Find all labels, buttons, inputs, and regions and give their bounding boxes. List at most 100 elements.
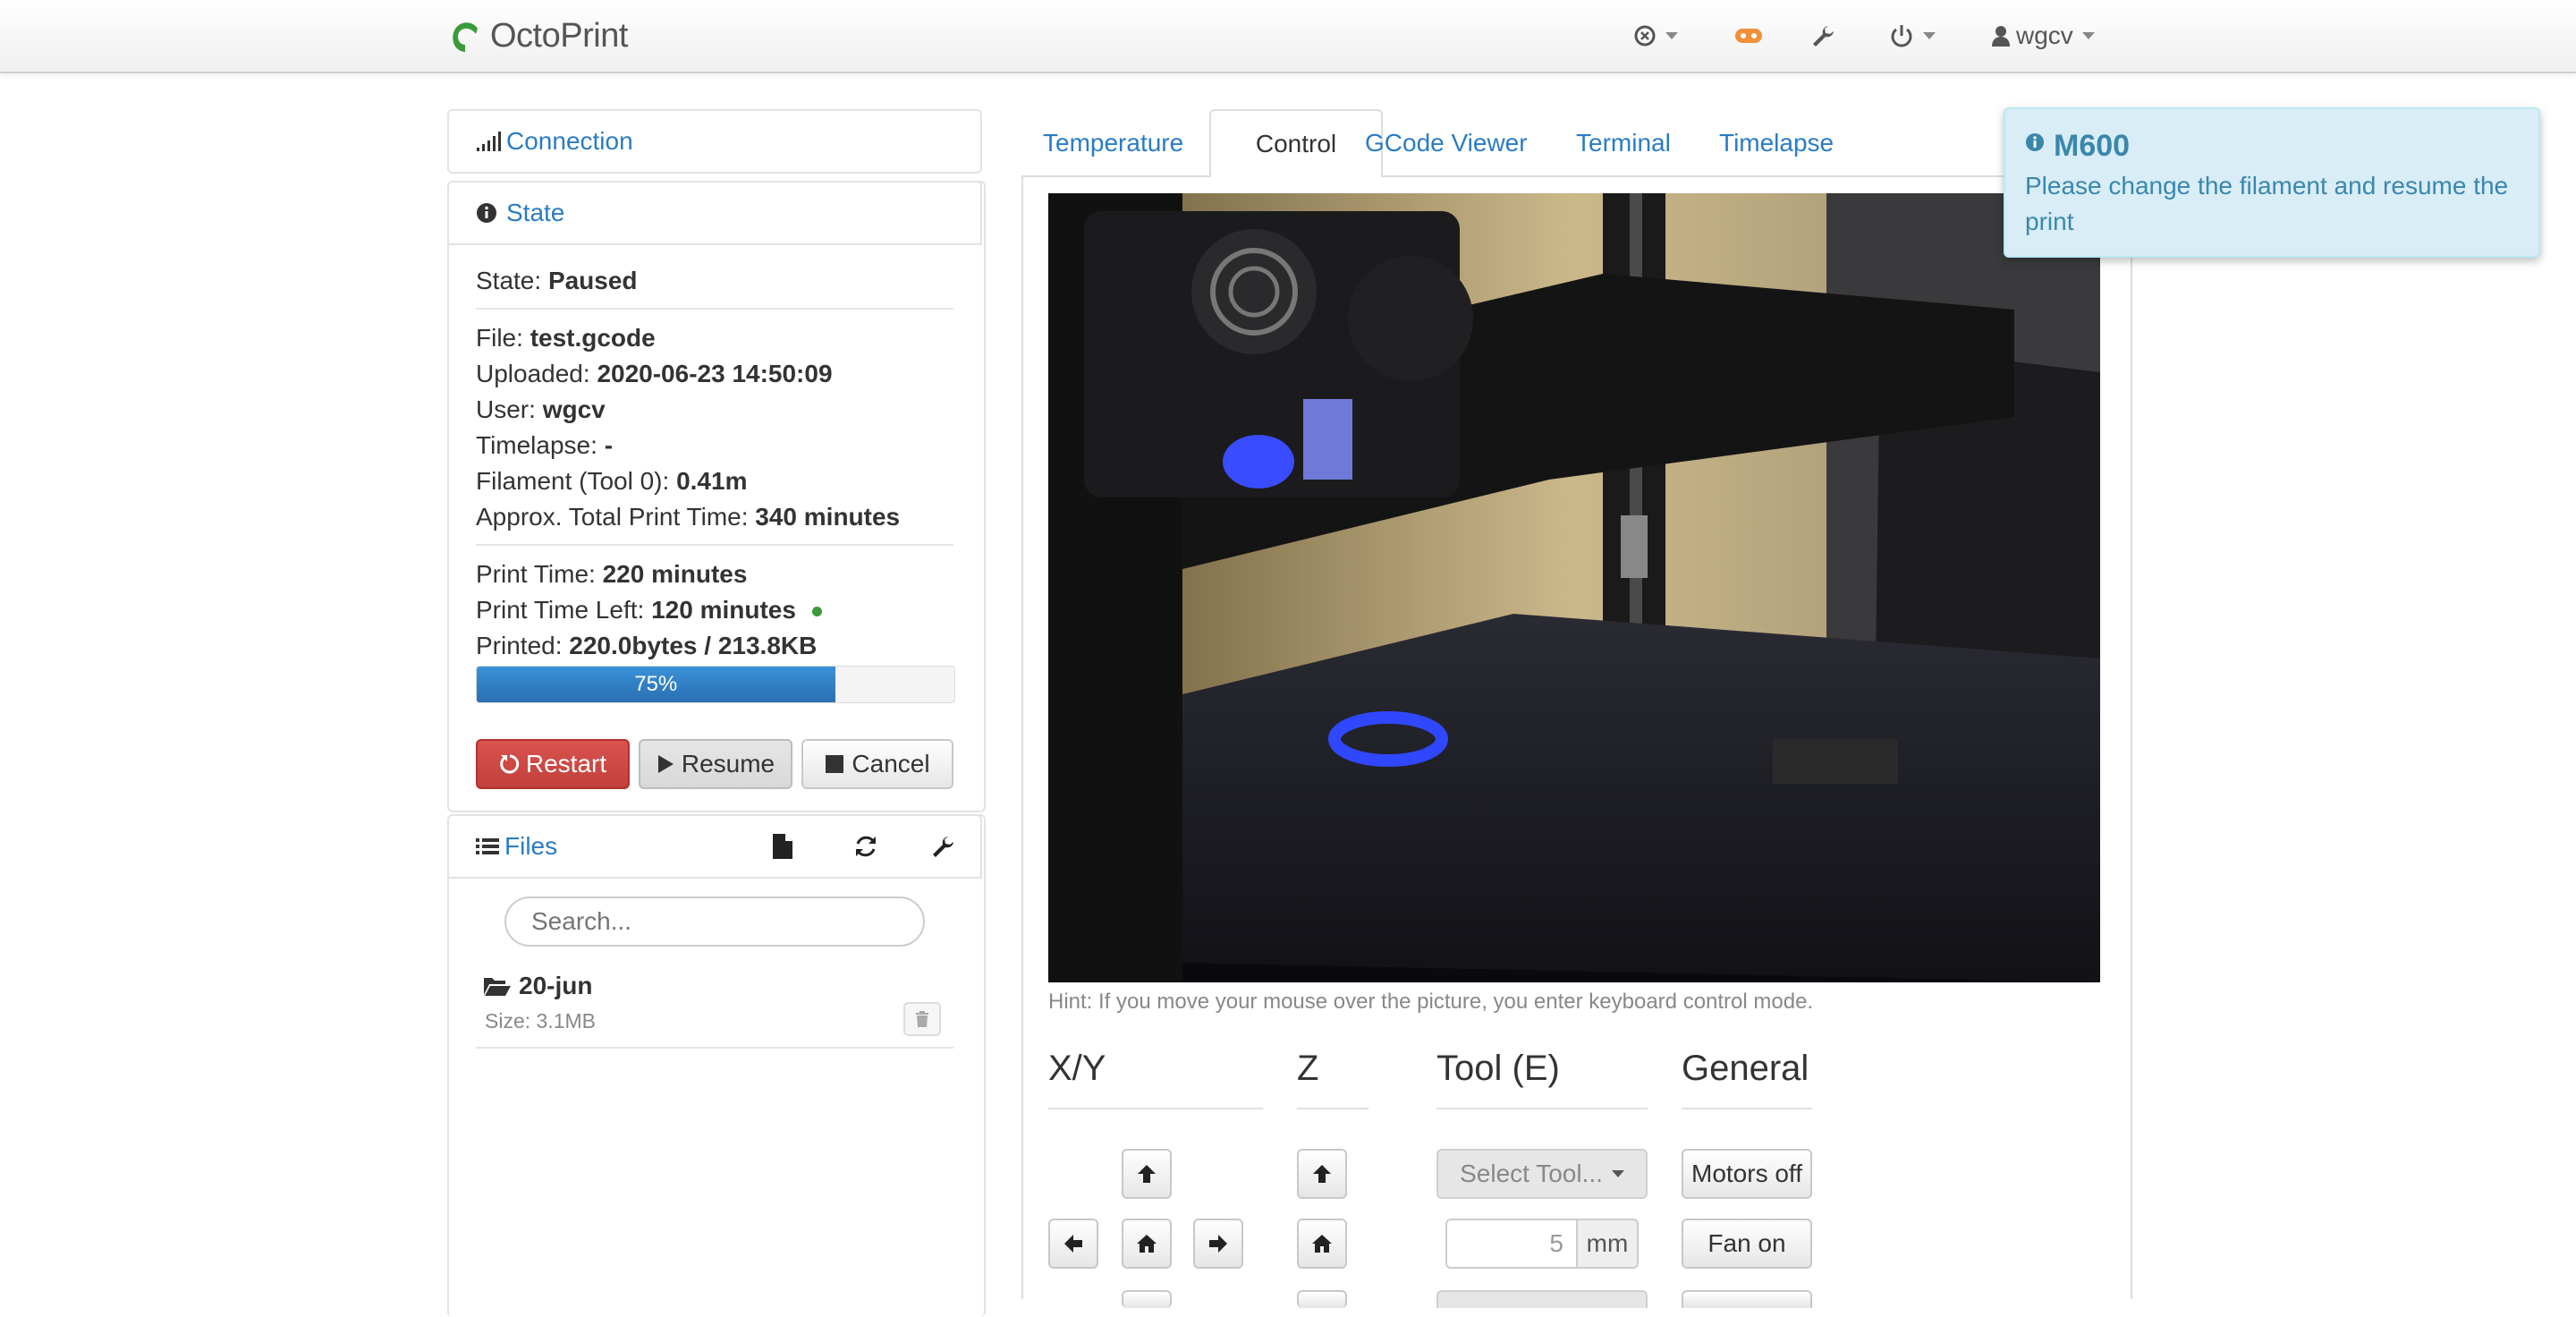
- delete-button[interactable]: [903, 1002, 941, 1036]
- jog-x-plus-button[interactable]: [1193, 1219, 1243, 1269]
- print-progress-bar: 75%: [476, 666, 955, 703]
- refresh-button[interactable]: [853, 834, 878, 863]
- print-time-row: Print Time: 220 minutes: [476, 560, 748, 588]
- connection-panel-header[interactable]: Connection: [447, 109, 982, 174]
- divider: [1436, 1108, 1648, 1109]
- notification-message: Please change the filament and resume th…: [2025, 172, 2509, 235]
- play-icon: [657, 755, 674, 773]
- uploaded-row: Uploaded: 2020-06-23 14:50:09: [476, 360, 833, 387]
- divider: [476, 1047, 953, 1049]
- connection-title: Connection: [506, 127, 633, 155]
- webcam-hint: Hint: If you move your mouse over the pi…: [1048, 990, 1814, 1014]
- list-icon: [476, 838, 499, 854]
- restart-icon: [500, 754, 520, 774]
- cancel-button[interactable]: Cancel: [801, 739, 953, 789]
- timelapse-row: Timelapse: -: [476, 431, 614, 459]
- select-tool-dropdown[interactable]: Select Tool...: [1436, 1149, 1648, 1199]
- stop-icon: [826, 755, 844, 773]
- z-section-title: Z: [1297, 1049, 1319, 1088]
- extrude-unit-label: mm: [1576, 1219, 1639, 1269]
- file-icon: [773, 834, 792, 859]
- file-value: test.gcode: [530, 324, 656, 352]
- chevron-down-icon: [1611, 1170, 1624, 1177]
- extrude-amount-input[interactable]: 5: [1445, 1219, 1578, 1269]
- fan-off-button[interactable]: [1682, 1290, 1812, 1308]
- state-value: Paused: [547, 267, 638, 294]
- wrench-icon: [1813, 26, 1834, 47]
- arrow-up-icon: [1313, 1165, 1331, 1183]
- jog-y-plus-button[interactable]: [1122, 1149, 1172, 1199]
- resume-button[interactable]: Resume: [639, 739, 792, 789]
- system-icon: [1634, 25, 1656, 47]
- user-value: wgcv: [542, 395, 606, 423]
- tab-timelapse[interactable]: Timelapse: [1698, 109, 1855, 177]
- filament-value: 0.41m: [676, 467, 748, 495]
- upload-file-button[interactable]: [773, 834, 792, 863]
- files-settings-button[interactable]: [930, 834, 955, 863]
- filament-row: Filament (Tool 0): 0.41m: [476, 467, 748, 495]
- list-item[interactable]: 20-jun: [483, 972, 592, 1000]
- progress-fill: 75%: [477, 667, 835, 702]
- user-icon: [1992, 26, 2010, 47]
- jog-x-minus-button[interactable]: [1048, 1219, 1098, 1269]
- chevron-down-icon: [2081, 32, 2095, 39]
- divider: [476, 308, 953, 310]
- plugin-menu[interactable]: [1733, 18, 1764, 54]
- navbar: OctoPrint wgcv: [0, 0, 2576, 73]
- divider: [1297, 1108, 1368, 1109]
- notification-popup[interactable]: M600 Please change the filament and resu…: [2004, 107, 2540, 258]
- webcam-stream[interactable]: [1048, 193, 2100, 982]
- state-panel-header[interactable]: State: [447, 181, 982, 245]
- files-panel: [447, 814, 986, 1317]
- divider: [1682, 1108, 1812, 1109]
- user-name: wgcv: [2016, 21, 2073, 49]
- signal-icon: [477, 132, 501, 151]
- arrow-left-icon: [1064, 1235, 1082, 1253]
- motors-off-button[interactable]: Motors off: [1682, 1149, 1812, 1199]
- settings-button[interactable]: [1810, 18, 1835, 54]
- home-icon: [1312, 1235, 1332, 1253]
- time-left-row: Print Time Left: 120 minutes: [476, 596, 822, 625]
- approx-time-value: 340 minutes: [755, 503, 901, 531]
- chevron-down-icon: [1923, 32, 1936, 39]
- xy-section-title: X/Y: [1048, 1049, 1106, 1088]
- refresh-icon: [856, 836, 876, 857]
- home-xy-button[interactable]: [1122, 1219, 1172, 1269]
- tab-terminal[interactable]: Terminal: [1555, 109, 1692, 177]
- power-icon: [1891, 25, 1912, 47]
- divider: [476, 544, 953, 546]
- files-panel-header[interactable]: Files: [447, 814, 982, 879]
- brand[interactable]: OctoPrint: [447, 14, 628, 57]
- tab-gcode-viewer[interactable]: GCode Viewer: [1343, 109, 1549, 177]
- files-search-input[interactable]: [504, 896, 925, 947]
- user-menu[interactable]: wgcv: [1991, 18, 2095, 54]
- info-icon: [2026, 133, 2044, 151]
- webcam-image: [1048, 193, 2100, 982]
- time-left-value: 120 minutes: [651, 596, 796, 624]
- file-row: File: test.gcode: [476, 324, 656, 352]
- fan-on-button[interactable]: Fan on: [1682, 1219, 1812, 1269]
- home-icon: [1137, 1235, 1157, 1253]
- brand-name: OctoPrint: [490, 16, 628, 55]
- divider: [447, 877, 982, 879]
- home-z-button[interactable]: [1297, 1219, 1347, 1269]
- restart-button[interactable]: Restart: [476, 739, 630, 789]
- chevron-down-icon: [1665, 32, 1678, 39]
- state-row: State: Paused: [476, 267, 638, 294]
- extrude-button[interactable]: [1436, 1290, 1648, 1308]
- info-icon: [477, 203, 496, 223]
- folder-open-icon: [484, 978, 511, 996]
- files-title: Files: [504, 832, 558, 860]
- tool-section-title: Tool (E): [1436, 1049, 1560, 1088]
- user-row: User: wgcv: [476, 395, 606, 423]
- general-section-title: General: [1682, 1049, 1809, 1088]
- state-title: State: [506, 199, 565, 226]
- gamepad-icon: [1735, 29, 1762, 43]
- system-menu[interactable]: [1633, 18, 1678, 54]
- jog-z-plus-button[interactable]: [1297, 1149, 1347, 1199]
- jog-y-minus-button[interactable]: [1122, 1290, 1172, 1308]
- power-menu[interactable]: [1889, 18, 1936, 54]
- tab-temperature[interactable]: Temperature: [1021, 109, 1205, 177]
- printed-value: 220.0bytes / 213.8KB: [569, 632, 818, 659]
- jog-z-minus-button[interactable]: [1297, 1290, 1347, 1308]
